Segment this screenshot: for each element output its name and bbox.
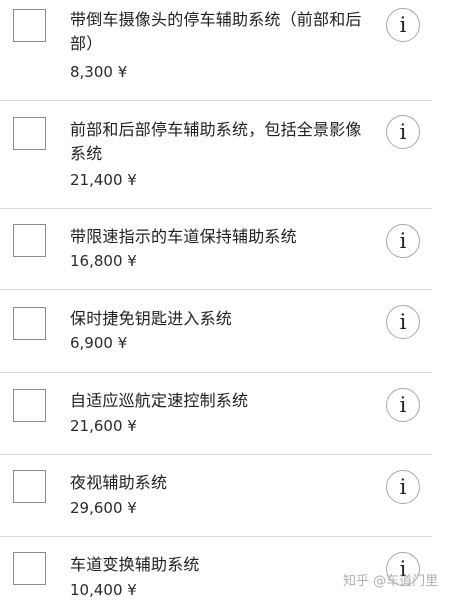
divider: [0, 289, 432, 290]
option-title: 夜视辅助系统: [70, 473, 168, 492]
option-price: 10,400 ¥: [70, 581, 137, 599]
watermark: 知乎 @车道门里: [343, 574, 439, 589]
option-checkbox[interactable]: [13, 117, 46, 150]
option-price: 16,800 ¥: [70, 252, 137, 270]
divider: [0, 208, 432, 209]
option-title: 前部和后部停车辅助系统，包括全景影像系统: [70, 120, 362, 163]
option-price: 8,300 ¥: [70, 63, 128, 81]
option-checkbox[interactable]: [13, 224, 46, 257]
option-checkbox[interactable]: [13, 9, 46, 42]
option-price: 21,400 ¥: [70, 171, 137, 189]
divider: [0, 372, 432, 373]
info-icon[interactable]: i: [386, 305, 420, 339]
divider: [0, 100, 432, 101]
divider: [0, 536, 432, 537]
option-price: 29,600 ¥: [70, 499, 137, 517]
option-title: 自适应巡航定速控制系统: [70, 391, 249, 410]
option-checkbox[interactable]: [13, 307, 46, 340]
option-title: 车道变换辅助系统: [70, 555, 200, 574]
divider: [0, 454, 432, 455]
info-icon[interactable]: i: [386, 224, 420, 258]
option-price: 6,900 ¥: [70, 334, 128, 352]
option-checkbox[interactable]: [13, 552, 46, 585]
info-icon[interactable]: i: [386, 388, 420, 422]
option-checkbox[interactable]: [13, 470, 46, 503]
info-icon[interactable]: i: [386, 8, 420, 42]
option-price: 21,600 ¥: [70, 417, 137, 435]
option-title: 保时捷免钥匙进入系统: [70, 309, 233, 328]
info-icon[interactable]: i: [386, 470, 420, 504]
info-icon[interactable]: i: [386, 115, 420, 149]
option-checkbox[interactable]: [13, 389, 46, 422]
option-title: 带倒车摄像头的停车辅助系统（前部和后部）: [70, 10, 362, 53]
option-title: 带限速指示的车道保持辅助系统: [70, 227, 297, 246]
